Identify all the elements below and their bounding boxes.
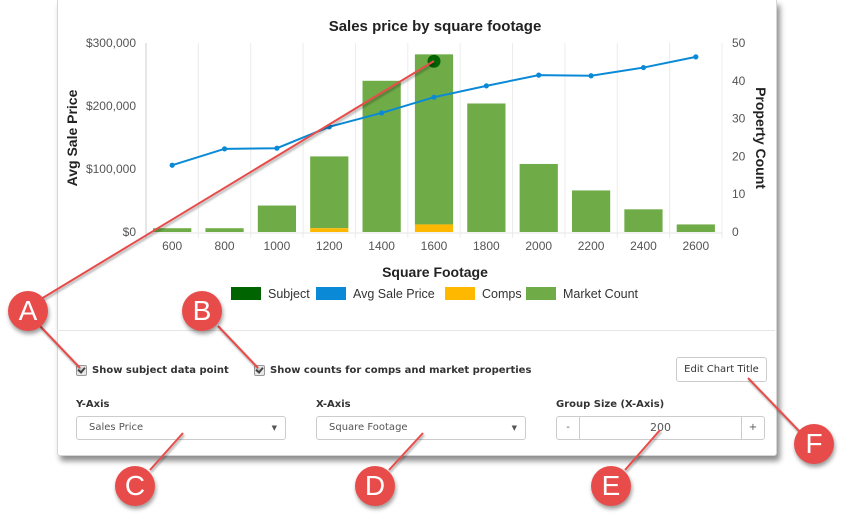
avg-sale-price-point	[221, 146, 228, 152]
legend-swatch	[231, 287, 261, 300]
market-count-bar	[467, 103, 506, 232]
market-count-bar	[205, 228, 244, 232]
market-count-bar	[571, 190, 611, 232]
y-axis-label: Y-Axis	[76, 399, 110, 410]
y-tick-label: $100,000	[86, 162, 136, 176]
x-tick-label: 800	[215, 239, 235, 253]
chevron-down-icon: ▼	[511, 424, 517, 432]
market-count-bar	[153, 228, 192, 232]
avg-sale-price-point	[274, 145, 280, 151]
legend-swatch	[445, 287, 475, 300]
market-count-bar	[362, 80, 401, 232]
avg-sale-price-point	[483, 83, 489, 89]
x-axis-select[interactable]: Square Footage ▼	[316, 416, 526, 440]
x-axis-title: Square Footage	[382, 264, 488, 280]
show-subject-label: Show subject data point	[92, 365, 229, 376]
y2-tick-label: 30	[732, 112, 746, 126]
chevron-down-icon: ▼	[271, 424, 277, 432]
market-count-bar	[624, 209, 663, 232]
decrement-button[interactable]: -	[557, 417, 580, 439]
callout-d: D	[355, 466, 395, 506]
y-axis-select-value: Sales Price	[89, 422, 144, 433]
market-count-bar	[519, 163, 558, 232]
divider	[57, 330, 775, 331]
y2-tick-label: 50	[732, 36, 746, 50]
avg-sale-price-point	[169, 162, 175, 168]
show-counts-checkbox[interactable]: Show counts for comps and market propert…	[254, 365, 531, 376]
subject-point	[427, 54, 441, 68]
checkbox-icon[interactable]	[254, 365, 265, 376]
y2-tick-label: 10	[732, 187, 746, 201]
legend-label: Market Count	[563, 287, 639, 301]
y-tick-label: $200,000	[86, 99, 136, 113]
callout-e: E	[591, 466, 631, 506]
market-count-bar	[310, 156, 349, 229]
y-tick-label: $0	[123, 225, 137, 239]
chart-title: Sales price by square footage	[329, 18, 542, 35]
group-size-label: Group Size (X-Axis)	[556, 399, 665, 410]
y-axis-select[interactable]: Sales Price ▼	[76, 416, 286, 440]
avg-sale-price-point	[431, 94, 437, 100]
legend-swatch	[316, 287, 346, 300]
callout-a: A	[8, 291, 48, 331]
group-size-stepper[interactable]: - 200 +	[556, 416, 765, 440]
checkbox-icon[interactable]	[76, 365, 87, 376]
legend: Subject Avg Sale Price Comps Market Count	[231, 287, 639, 301]
comps-bar	[310, 228, 349, 232]
avg-sale-price-point	[536, 72, 542, 78]
avg-sale-price-point	[588, 73, 594, 79]
avg-sale-price-point	[640, 64, 647, 71]
y-tick-label: $300,000	[86, 36, 136, 50]
x-tick-label: 2600	[682, 239, 709, 253]
market-count-bar	[676, 224, 715, 232]
y2-tick-label: 0	[732, 225, 739, 239]
legend-label: Subject	[268, 287, 310, 301]
x-tick-label: 2400	[630, 239, 657, 253]
x-tick-label: 1400	[368, 239, 395, 253]
x-tick-label: 1200	[316, 239, 343, 253]
callout-b: B	[182, 291, 222, 331]
y-axis-title: Avg Sale Price	[64, 89, 80, 186]
callout-f: F	[794, 424, 834, 464]
x-tick-label: 2200	[578, 239, 605, 253]
callout-c: C	[115, 466, 155, 506]
x-tick-label: 2000	[525, 239, 552, 253]
x-tick-label: 600	[162, 239, 182, 253]
avg-sale-price-point	[326, 124, 332, 130]
show-counts-label: Show counts for comps and market propert…	[270, 365, 532, 376]
x-axis-select-value: Square Footage	[329, 422, 408, 433]
edit-chart-title-button[interactable]: Edit Chart Title	[676, 357, 767, 382]
increment-button[interactable]: +	[741, 417, 764, 439]
show-subject-checkbox[interactable]: Show subject data point	[76, 365, 229, 376]
market-count-bar	[414, 54, 454, 225]
x-tick-label: 1800	[473, 239, 500, 253]
legend-swatch	[526, 287, 556, 300]
y2-tick-label: 40	[732, 74, 746, 88]
market-count-bar	[257, 205, 297, 232]
avg-sale-price-point	[693, 54, 699, 60]
x-tick-label: 1000	[264, 239, 291, 253]
legend-label: Avg Sale Price	[353, 287, 435, 301]
avg-sale-price-point	[379, 110, 385, 116]
comps-bar	[414, 224, 454, 232]
group-size-value[interactable]: 200	[580, 417, 741, 439]
sales-chart: Sales price by square footage $0 $100,000…	[64, 18, 769, 301]
y2-axis-title: Property Count	[753, 87, 769, 189]
legend-label: Comps	[482, 287, 522, 301]
x-axis-label: X-Axis	[316, 399, 351, 410]
x-tick-label: 1600	[421, 239, 448, 253]
y2-tick-label: 20	[732, 149, 746, 163]
